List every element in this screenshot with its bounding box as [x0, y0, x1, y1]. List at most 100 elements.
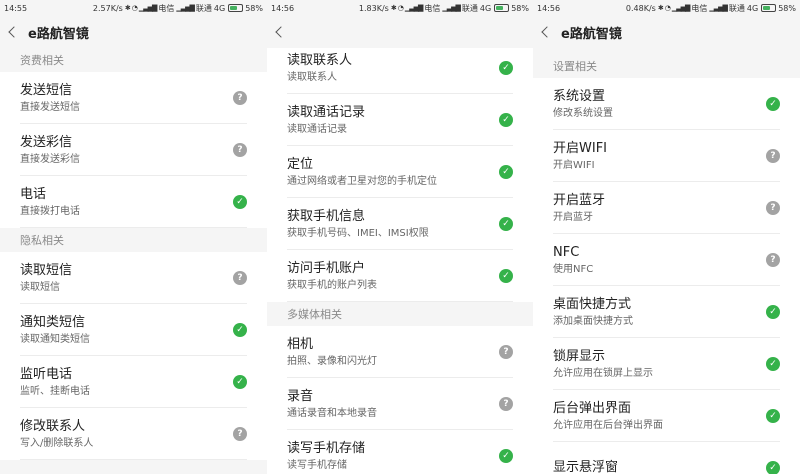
section-header: 隐私相关	[0, 228, 267, 252]
permission-title: 桌面快捷方式	[553, 296, 632, 312]
check-icon[interactable]: ✓	[499, 449, 513, 463]
permission-title: 获取手机信息	[287, 208, 366, 224]
permission-item[interactable]: 监听电话 监听、挂断电话 ✓	[0, 356, 267, 408]
question-icon[interactable]: ?	[233, 271, 247, 285]
check-icon[interactable]: ✓	[766, 461, 780, 474]
permission-item[interactable]: 电话 直接拨打电话 ✓	[0, 176, 267, 228]
phone-screen-2: 14:56 1.83K/s ✱ ◔ ▁▃▅▇ 电信 ▁▃▅▇ 联通 4G 58% 读取联系人 读取联系…	[267, 0, 533, 474]
permission-item[interactable]: 读写手机存储 读写手机存储 ✓	[267, 430, 533, 474]
title-bar: e路航智镜	[533, 16, 800, 48]
bluetooth-icon: ✱	[657, 4, 664, 12]
phone-screen-1: 14:55 2.57K/s ✱ ◔ ▁▃▅▇ 电信 ▁▃▅▇ 联通 4G 58% 资费相关 发送短信直…	[0, 0, 267, 474]
permission-subtitle: 拍照、录像和闪光灯	[287, 355, 377, 367]
wifi-icon: ◔	[664, 4, 671, 12]
permission-list: 读取联系人 读取联系人 ✓ 读取通话记录 读取通话记录 ✓ 定位 通过网络或者卫星对您的手机定…	[267, 42, 533, 474]
permission-item[interactable]: 发送短信直接发送短信?	[0, 72, 267, 124]
check-icon[interactable]: ✓	[766, 97, 780, 111]
check-icon[interactable]: ✓	[766, 357, 780, 371]
permission-item[interactable]: 读取联系人 读取联系人 ✓	[267, 42, 533, 94]
phone-screen-3: 14:56 0.48K/s ✱ ◔ ▁▃▅▇ 电信 ▁▃▅▇ 联通 4G 58% 设置相关 系统设置修…	[533, 0, 800, 474]
permission-text: 获取手机信息 获取手机号码、IMEI、IMSI权限	[287, 208, 499, 241]
permission-title: 通知类短信	[20, 314, 86, 330]
permission-item[interactable]: 系统设置 修改系统设置 ✓	[533, 78, 800, 130]
carrier-1: 电信	[691, 3, 708, 13]
permission-item[interactable]: 开启蓝牙 开启蓝牙?	[533, 182, 800, 234]
check-icon[interactable]: ✓	[499, 61, 513, 75]
permission-subtitle: 直接发送彩信	[20, 153, 80, 165]
signal-icon: ▁▃▅▇	[176, 4, 195, 12]
permission-item[interactable]: 开启WIFI 开启WIFI?	[533, 130, 800, 182]
permission-list-inner: 设置相关 系统设置 修改系统设置 ✓ 开启WIFI 开启WIFI? 开启蓝牙 开启蓝牙? NFC…	[533, 54, 800, 474]
bluetooth-icon: ✱	[124, 4, 131, 12]
question-icon[interactable]: ?	[766, 253, 780, 267]
permission-item[interactable]: 桌面快捷方式添加桌面快捷方式 ✓	[533, 286, 800, 338]
permission-title: 访问手机账户	[287, 260, 366, 276]
permission-item[interactable]: 通知类短信 读取通知类短信 ✓	[0, 304, 267, 356]
permission-text: 录音 通话录音和本地录音	[287, 388, 499, 421]
permission-subtitle: 读取通知类短信	[20, 333, 90, 345]
back-arrow-icon[interactable]	[275, 26, 287, 38]
question-icon[interactable]: ?	[233, 143, 247, 157]
network-type: 4G	[746, 3, 759, 13]
screenshot-collage: 14:55 2.57K/s ✱ ◔ ▁▃▅▇ 电信 ▁▃▅▇ 联通 4G 58% 资费相关 发送短信直…	[0, 0, 800, 474]
permission-title: 读写手机存储	[287, 440, 366, 456]
permission-text: 后台弹出界面 允许应用在后台弹出界面	[553, 400, 766, 433]
back-arrow-icon[interactable]	[541, 26, 553, 38]
permission-subtitle: 添加桌面快捷方式	[553, 315, 633, 327]
permission-item[interactable]: 锁屏显示 允许应用在锁屏上显示 ✓	[533, 338, 800, 390]
permission-title: 发送短信	[20, 82, 73, 98]
permission-subtitle: 通过网络或者卫星对您的手机定位	[287, 175, 437, 187]
permission-text: 读取通话记录 读取通话记录	[287, 104, 499, 137]
permission-item[interactable]: 定位通过网络或者卫星对您的手机定位 ✓	[267, 146, 533, 198]
permission-subtitle: 读写手机存储	[287, 459, 347, 471]
permission-item[interactable]: 发送彩信 直接发送彩信?	[0, 124, 267, 176]
permission-text: NFC 使用NFC	[553, 244, 766, 277]
permission-item[interactable]: NFC 使用NFC?	[533, 234, 800, 286]
permission-item[interactable]: 后台弹出界面 允许应用在后台弹出界面 ✓	[533, 390, 800, 442]
check-icon[interactable]: ✓	[499, 113, 513, 127]
check-icon[interactable]: ✓	[233, 195, 247, 209]
permission-item[interactable]: 访问手机账户 获取手机的账户列表 ✓	[267, 250, 533, 302]
permission-item[interactable]: 相机 拍照、录像和闪光灯?	[267, 326, 533, 378]
permission-item[interactable]: 录音 通话录音和本地录音?	[267, 378, 533, 430]
permission-title: NFC	[553, 244, 580, 260]
check-icon[interactable]: ✓	[233, 323, 247, 337]
check-icon[interactable]: ✓	[499, 269, 513, 283]
permission-subtitle: 读取短信	[20, 281, 60, 293]
battery-icon	[228, 4, 244, 12]
permission-text: 修改联系人 写入/删除联系人	[20, 418, 233, 451]
check-icon[interactable]: ✓	[499, 217, 513, 231]
permission-text: 开启WIFI 开启WIFI	[553, 140, 766, 173]
permission-text: 通知类短信读取通知类短信	[20, 314, 233, 347]
permission-item[interactable]: 显示悬浮窗 ✓	[533, 442, 800, 474]
permission-text: 锁屏显示 允许应用在锁屏上显示	[553, 348, 766, 381]
question-icon[interactable]: ?	[499, 345, 513, 359]
permission-item[interactable]: 读取短信 读取短信?	[0, 252, 267, 304]
permission-item[interactable]: 读取通话记录 读取通话记录 ✓	[267, 94, 533, 146]
permission-subtitle: 读取通话记录	[287, 123, 347, 135]
check-icon[interactable]: ✓	[233, 375, 247, 389]
check-icon[interactable]: ✓	[499, 165, 513, 179]
check-icon[interactable]: ✓	[766, 409, 780, 423]
question-icon[interactable]: ?	[233, 427, 247, 441]
network-speed: 1.83K/s	[358, 3, 389, 13]
question-icon[interactable]: ?	[233, 91, 247, 105]
status-time: 14:56	[271, 3, 295, 13]
wifi-icon: ◔	[397, 4, 404, 12]
permission-list-inner: 资费相关 发送短信 直接发送短信? 发送彩信 直接发送彩信? 电话 直接拨打电话 ✓ 隐私相关读…	[0, 48, 267, 460]
wifi-icon: ◔	[131, 4, 138, 12]
question-icon[interactable]: ?	[766, 149, 780, 163]
permission-item[interactable]: 修改联系人 写入/删除联系人?	[0, 408, 267, 460]
permission-text: 相机 拍照、录像和闪光灯	[287, 336, 499, 369]
question-icon[interactable]: ?	[766, 201, 780, 215]
question-icon[interactable]: ?	[499, 397, 513, 411]
permission-subtitle: 开启蓝牙	[553, 211, 593, 223]
battery-icon	[494, 4, 510, 12]
permission-title: 定位	[287, 156, 314, 172]
back-arrow-icon[interactable]	[8, 26, 20, 38]
carrier-2: 联通	[195, 3, 212, 13]
permission-subtitle: 直接发送短信	[20, 101, 80, 113]
check-icon[interactable]: ✓	[766, 305, 780, 319]
permission-text: 访问手机账户 获取手机的账户列表	[287, 260, 499, 293]
permission-item[interactable]: 获取手机信息 获取手机号码、IMEI、IMSI权限 ✓	[267, 198, 533, 250]
